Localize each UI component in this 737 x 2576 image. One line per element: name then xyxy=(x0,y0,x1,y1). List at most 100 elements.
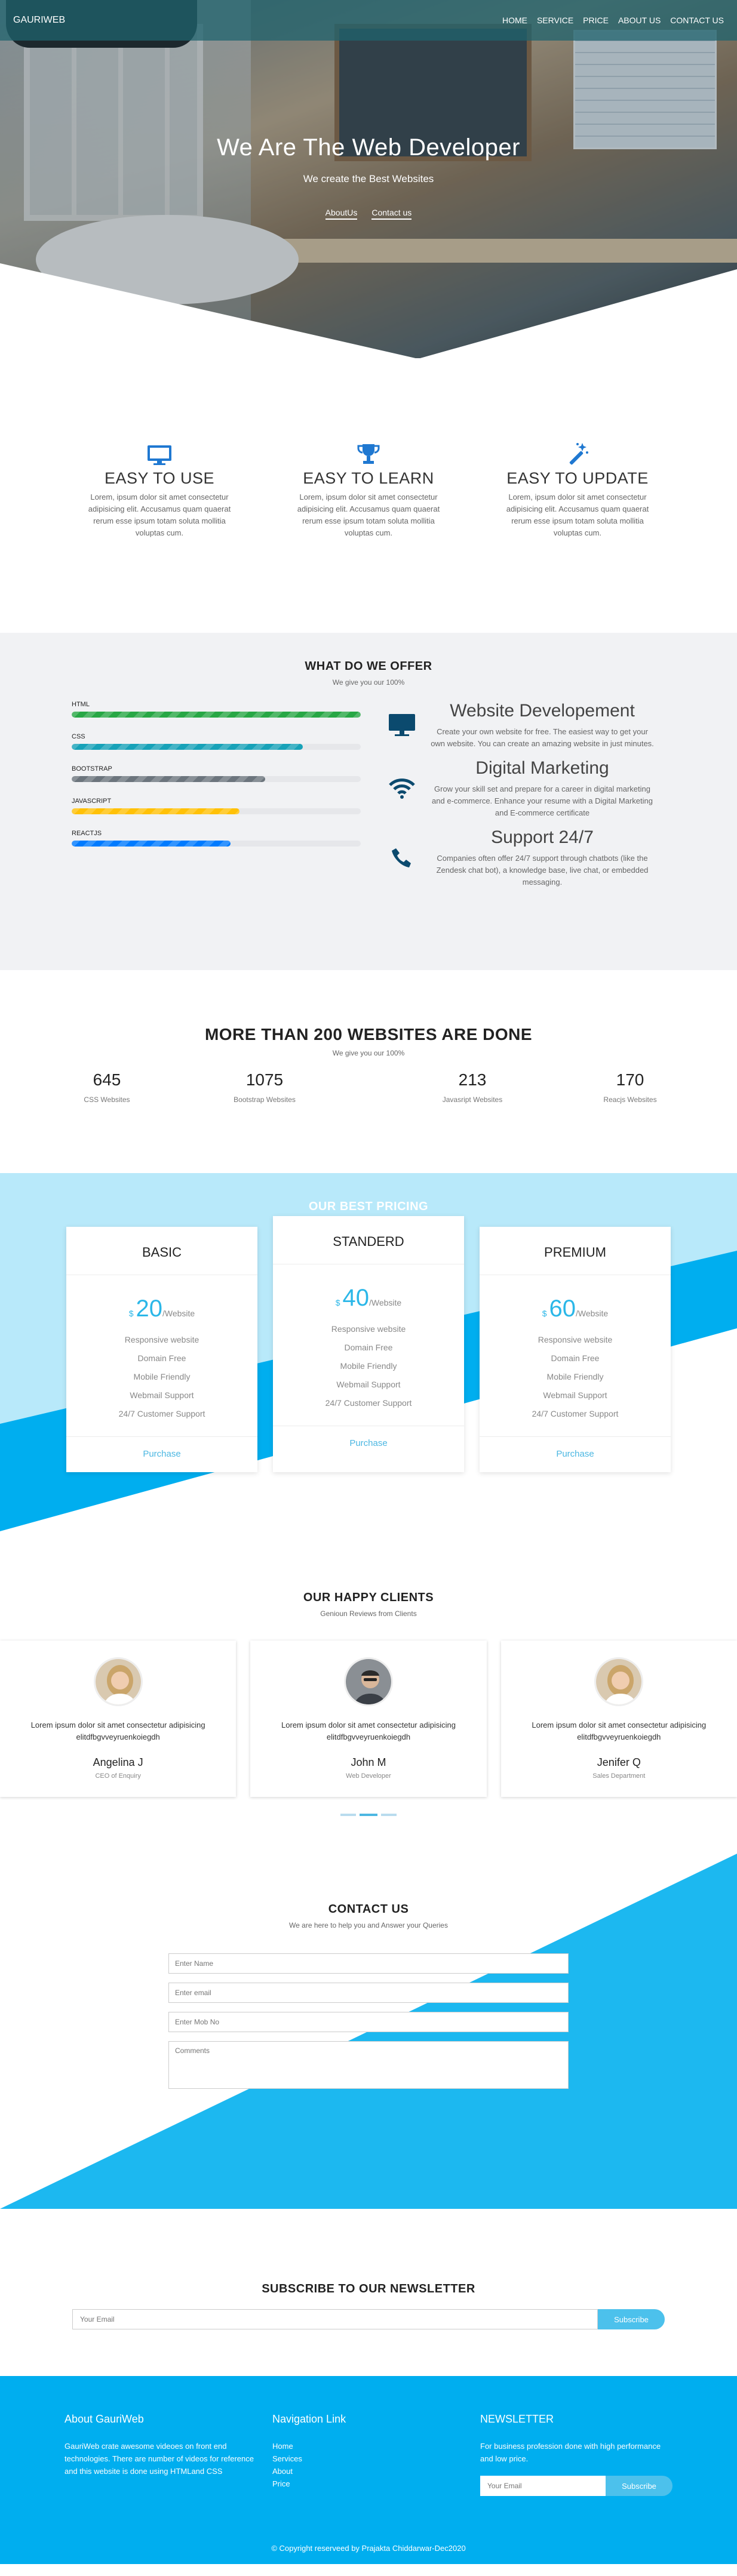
avatar xyxy=(93,1657,143,1706)
monitor-icon xyxy=(79,441,240,466)
plan-feature: Webmail Support xyxy=(130,1390,194,1400)
features-section: EASY TO USE Lorem, ipsum dolor sit amet … xyxy=(0,358,737,633)
footer-subscribe-button[interactable]: Subscribe xyxy=(606,2476,672,2496)
stat-item: 1075 Bootstrap Websites xyxy=(161,1070,368,1104)
footer-link-services[interactable]: Services xyxy=(272,2452,480,2465)
newsletter-email-input[interactable] xyxy=(72,2309,598,2329)
avatar xyxy=(343,1657,393,1706)
plan-name: BASIC xyxy=(66,1227,257,1275)
stat-label: Bootstrap Websites xyxy=(234,1095,296,1104)
skill-item: HTML xyxy=(72,701,361,718)
nav-service[interactable]: SERVICE xyxy=(537,16,573,25)
skill-item: REACTJS xyxy=(72,830,361,847)
stat-item: 213 Javasript Websites xyxy=(368,1070,576,1104)
plan-feature: 24/7 Customer Support xyxy=(532,1409,619,1418)
nav-about-us[interactable]: ABOUT US xyxy=(618,16,661,25)
pricing-card-premium: PREMIUM $ 60/Website Responsive website … xyxy=(480,1227,671,1472)
price-amount: 40 xyxy=(342,1285,369,1311)
footer-email-input[interactable] xyxy=(480,2476,606,2496)
price-amount: 20 xyxy=(136,1295,162,1322)
email-input[interactable] xyxy=(168,1983,569,2003)
comments-input[interactable] xyxy=(168,2041,569,2089)
hero-title: We Are The Web Developer xyxy=(217,134,520,161)
stat-number: 1075 xyxy=(245,1070,284,1089)
client-name: John M xyxy=(351,1756,386,1768)
testimonial-card: Lorem ipsum dolor sit amet consectetur a… xyxy=(250,1641,487,1797)
progress-bar xyxy=(72,712,361,718)
stats-row: 645 CSS Websites 1075 Bootstrap Websites… xyxy=(0,1070,737,1104)
plan-feature: Domain Free xyxy=(551,1353,600,1363)
plan-feature: Domain Free xyxy=(344,1343,393,1352)
progress-bar xyxy=(72,744,361,750)
stat-number: 645 xyxy=(93,1070,121,1089)
stat-label: CSS Websites xyxy=(84,1095,130,1104)
testimonial-card: Lorem ipsum dolor sit amet consectetur a… xyxy=(0,1641,237,1797)
pricing-section: OUR BEST PRICING BASIC $ 20/Website Resp… xyxy=(0,1173,737,1555)
purchase-button[interactable]: Purchase xyxy=(273,1426,464,1461)
wifi-icon xyxy=(375,778,429,799)
newsletter-form: Subscribe xyxy=(0,2309,737,2329)
progress-fill xyxy=(72,808,239,814)
subscribe-button[interactable]: Subscribe xyxy=(598,2309,665,2329)
carousel-dot-active[interactable] xyxy=(360,1814,377,1816)
plan-feature: Mobile Friendly xyxy=(546,1372,604,1381)
price-period: /Website xyxy=(162,1309,195,1318)
contact-content: CONTACT US We are here to help you and A… xyxy=(0,1903,737,2089)
service-item: Support 24/7 Companies often offer 24/7 … xyxy=(375,827,686,888)
purchase-button[interactable]: Purchase xyxy=(480,1437,671,1472)
plan-price: $ 20/Website xyxy=(66,1295,257,1322)
footer-link-price[interactable]: Price xyxy=(272,2477,480,2490)
section-title: SUBSCRIBE TO OUR NEWSLETTER xyxy=(262,2282,475,2295)
skill-item: CSS xyxy=(72,733,361,750)
carousel-dot[interactable] xyxy=(381,1814,397,1816)
hero-section: GAURIWEB HOME SERVICE PRICE ABOUT US CON… xyxy=(0,0,737,358)
nav-home[interactable]: HOME xyxy=(502,16,527,25)
purchase-button[interactable]: Purchase xyxy=(66,1437,257,1472)
plan-feature: Responsive website xyxy=(331,1324,406,1334)
skill-label: JAVASCRIPT xyxy=(72,798,112,805)
newsletter-section: SUBSCRIBE TO OUR NEWSLETTER Subscribe xyxy=(0,2236,737,2376)
services-list: Website Developement Create your own web… xyxy=(375,701,686,897)
client-name: Angelina J xyxy=(93,1756,143,1768)
footer-link-home[interactable]: Home xyxy=(272,2440,480,2452)
progress-fill xyxy=(72,841,231,847)
footer-heading: About GauriWeb xyxy=(65,2413,144,2425)
desktop-icon xyxy=(375,713,429,738)
nav-contact-us[interactable]: CONTACT US xyxy=(670,16,724,25)
mobile-input[interactable] xyxy=(168,2012,569,2032)
feature-title: EASY TO USE xyxy=(104,469,215,487)
footer-heading: Navigation Link xyxy=(272,2413,346,2425)
feature-text: Lorem, ipsum dolor sit amet consectetur … xyxy=(297,493,440,537)
copyright: © Copyright reserveed by Prajakta Chidda… xyxy=(271,2544,466,2553)
feature-title: EASY TO LEARN xyxy=(303,469,434,487)
progress-fill xyxy=(72,776,266,782)
name-input[interactable] xyxy=(168,1953,569,1974)
stats-section: MORE THAN 200 WEBSITES ARE DONE We give … xyxy=(0,970,737,1173)
about-us-button[interactable]: AboutUs xyxy=(325,208,358,220)
plan-feature: Responsive website xyxy=(538,1335,613,1344)
feature-title: EASY TO UPDATE xyxy=(506,469,649,487)
service-description: Grow your skill set and prepare for a ca… xyxy=(432,784,653,817)
service-item: Digital Marketing Grow your skill set an… xyxy=(375,758,686,819)
pricing-card-standerd: STANDERD $ 40/Website Responsive website… xyxy=(273,1216,464,1472)
contact-us-button[interactable]: Contact us xyxy=(371,208,412,220)
service-text: Website Developement Create your own web… xyxy=(429,701,656,750)
skill-item: JAVASCRIPT xyxy=(72,798,361,814)
pricing-plans: BASIC $ 20/Website Responsive website Do… xyxy=(0,1216,737,1472)
footer-link-about[interactable]: About xyxy=(272,2465,480,2477)
service-description: Create your own website for free. The ea… xyxy=(431,727,654,748)
skill-label: BOOTSTRAP xyxy=(72,765,112,773)
carousel-dot[interactable] xyxy=(340,1814,356,1816)
footer-newsletter: NEWSLETTER For business profession done … xyxy=(480,2413,688,2496)
feature-card: EASY TO USE Lorem, ipsum dolor sit amet … xyxy=(79,441,240,633)
brand-logo[interactable]: GAURIWEB xyxy=(13,15,65,26)
feature-text: Lorem, ipsum dolor sit amet consectetur … xyxy=(506,493,649,537)
footer-about: About GauriWeb GauriWeb crate awesome vi… xyxy=(65,2413,272,2496)
testimonial-card: Lorem ipsum dolor sit amet consectetur a… xyxy=(500,1641,737,1797)
nav-price[interactable]: PRICE xyxy=(583,16,609,25)
service-title: Website Developement xyxy=(450,701,635,721)
skill-label: REACTJS xyxy=(72,830,102,837)
skill-item: BOOTSTRAP xyxy=(72,765,361,782)
skill-label: CSS xyxy=(72,733,85,740)
section-title: MORE THAN 200 WEBSITES ARE DONE xyxy=(204,1025,533,1044)
